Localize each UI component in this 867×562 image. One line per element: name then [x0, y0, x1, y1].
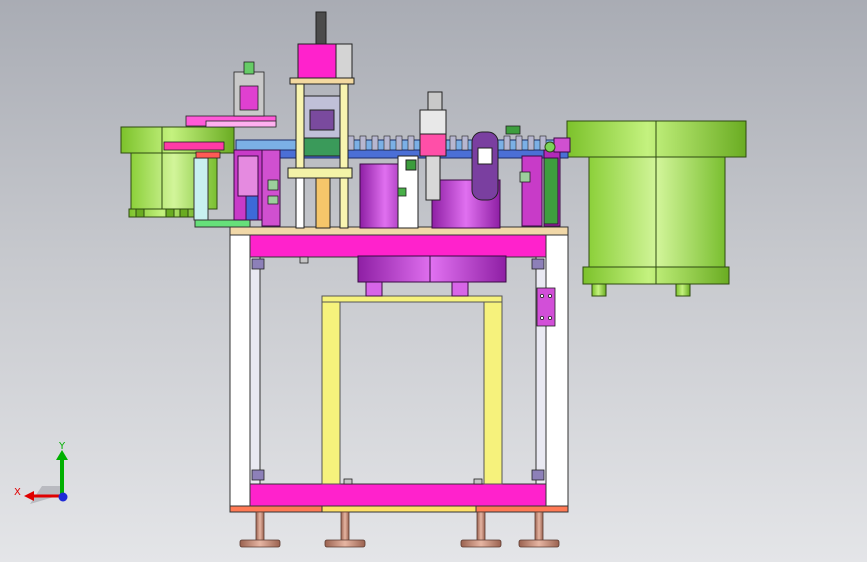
- side-bracket: [536, 287, 556, 327]
- coordinate-triad: Y X: [14, 441, 68, 504]
- right-vibratory-bowl: [566, 120, 747, 297]
- foot-3: [460, 511, 502, 548]
- cad-3d-viewport[interactable]: Y X: [0, 0, 867, 562]
- foot-2: [324, 511, 366, 548]
- frame-brackets: [251, 256, 556, 485]
- leveling-feet: [239, 511, 560, 548]
- x-axis-label: X: [14, 487, 21, 498]
- y-axis-label: Y: [58, 441, 66, 452]
- left-vibratory-bowl: [120, 126, 235, 218]
- machine-assembly-model[interactable]: [0, 0, 867, 562]
- inner-yellow-frame: [321, 295, 503, 485]
- lower-beam: [249, 483, 547, 507]
- foot-4: [518, 511, 560, 548]
- x-axis-arrowhead: [24, 491, 34, 501]
- upper-beam: [249, 234, 547, 258]
- frame-right-post: [545, 228, 569, 510]
- frame-left-post: [229, 228, 251, 510]
- frame-inner-left: [249, 255, 261, 485]
- pick-and-place-head: [287, 11, 355, 229]
- z-axis-marker: [58, 492, 68, 502]
- foot-1: [239, 511, 281, 548]
